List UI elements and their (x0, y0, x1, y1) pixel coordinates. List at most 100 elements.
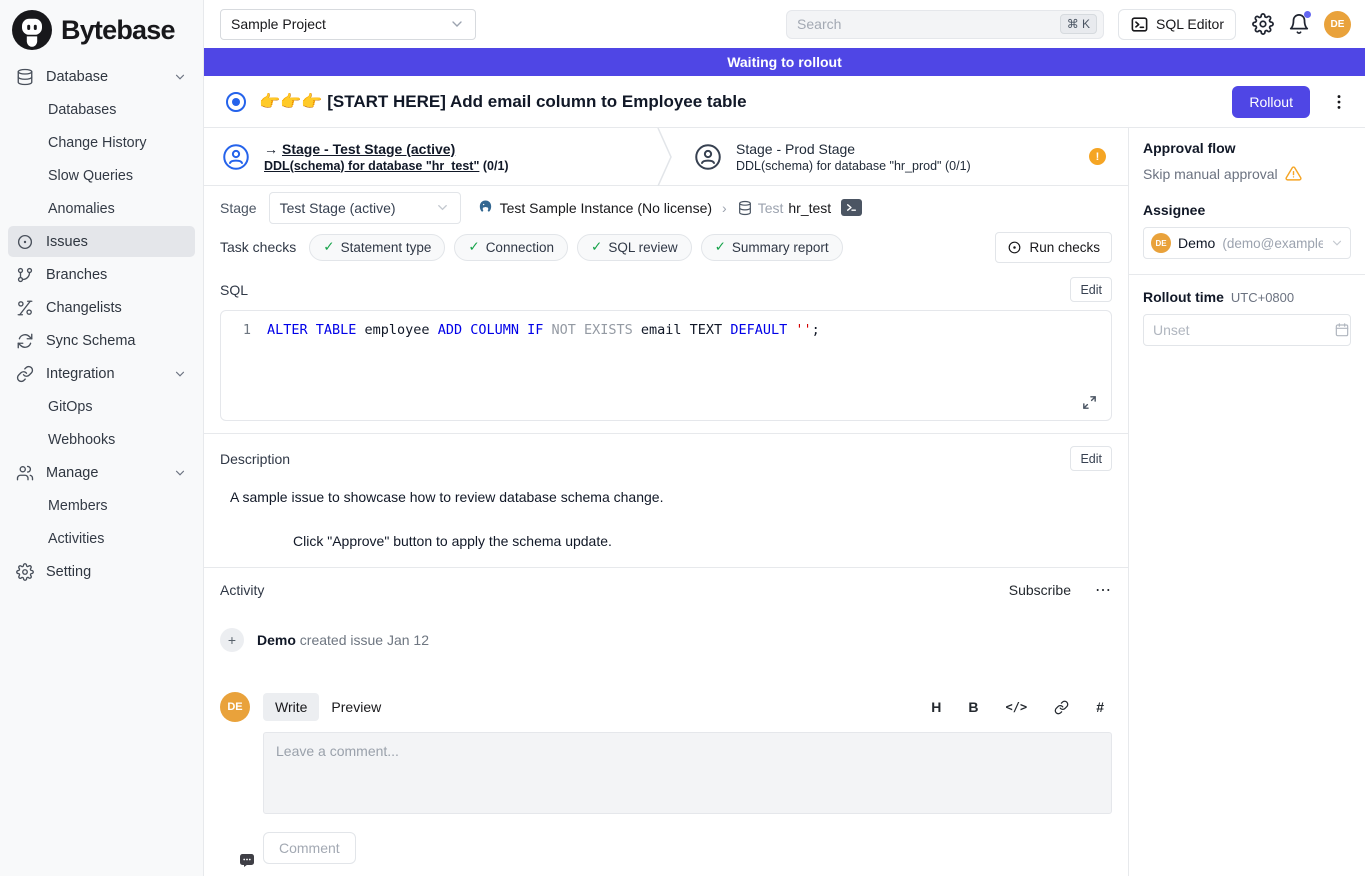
assignee-select[interactable]: DE Demo (demo@example (1143, 227, 1351, 259)
chevron-down-icon (173, 466, 187, 480)
composer-body: Write Preview H B </> # (263, 692, 1112, 864)
sql-code: ALTER TABLE employee ADD COLUMN IF NOT E… (267, 322, 820, 338)
code-format-icon[interactable]: </> (1006, 700, 1028, 714)
chat-bubble-icon (240, 854, 254, 867)
stage-task-count: (0/1) (483, 159, 509, 173)
app-window: Bytebase Database Databases Change Histo… (0, 0, 1365, 876)
chevron-down-icon (173, 70, 187, 84)
stage-select[interactable]: Test Stage (active) (269, 192, 461, 224)
check-icon: ✓ (591, 239, 602, 255)
settings-gear-button[interactable] (1252, 13, 1274, 35)
search-box[interactable]: ⌘ K (786, 10, 1104, 39)
sql-section-header: SQL Edit (204, 277, 1128, 302)
sidebar-item-anomalies[interactable]: Anomalies (8, 193, 195, 224)
more-options-icon[interactable]: ⋯ (1095, 580, 1112, 600)
check-sql-review[interactable]: ✓ SQL review (577, 234, 692, 261)
assignee-email: (demo@example (1222, 236, 1323, 251)
project-select[interactable]: Sample Project (220, 9, 476, 40)
sql-label: SQL (220, 282, 248, 298)
sidebar-item-members[interactable]: Members (8, 490, 195, 521)
database-name: hr_test (788, 200, 831, 216)
stage-name: Stage - Test Stage (active) (282, 141, 455, 157)
chevron-down-icon (449, 16, 465, 32)
postgres-icon (477, 199, 494, 216)
rollout-time-picker[interactable] (1143, 314, 1351, 346)
subscribe-button[interactable]: Subscribe (1009, 582, 1071, 598)
stage-card-test[interactable]: →Stage - Test Stage (active) DDL(schema)… (204, 128, 656, 185)
comment-composer: DE Write Preview H B (220, 692, 1112, 864)
sidebar-item-activities[interactable]: Activities (8, 523, 195, 554)
instance-name: Test Sample Instance (No license) (500, 200, 712, 216)
database-link[interactable]: Test hr_test (737, 200, 832, 216)
comment-submit-button[interactable]: Comment (263, 832, 356, 864)
stage-task: DDL(schema) for database "hr_prod" (736, 159, 942, 173)
line-number: 1 (221, 322, 267, 338)
run-checks-button[interactable]: Run checks (995, 232, 1112, 263)
sidebar-item-integration[interactable]: Integration (8, 358, 195, 389)
stage-card-prod[interactable]: Stage - Prod Stage DDL(schema) for datab… (676, 128, 1128, 185)
tab-preview[interactable]: Preview (319, 693, 393, 721)
search-input[interactable] (797, 16, 1060, 32)
stage-task: DDL(schema) for database "hr_test" (264, 159, 479, 173)
sidebar-item-gitops[interactable]: GitOps (8, 391, 195, 422)
check-statement-type[interactable]: ✓ Statement type (309, 234, 445, 261)
assignee-avatar: DE (1151, 233, 1171, 253)
sidebar-item-change-history[interactable]: Change History (8, 127, 195, 158)
sql-editor-button[interactable]: SQL Editor (1118, 9, 1236, 40)
chevron-down-icon (1330, 236, 1344, 250)
stage-selector-row: Stage Test Stage (active) Test Sample In… (204, 186, 1128, 229)
kebab-menu-icon[interactable] (1329, 92, 1349, 112)
sidebar-item-issues[interactable]: Issues (8, 226, 195, 257)
rollout-time-label: Rollout time (1143, 289, 1224, 305)
instance-link[interactable]: Test Sample Instance (No license) (477, 199, 712, 216)
rollout-button[interactable]: Rollout (1232, 86, 1310, 118)
heading-format-icon[interactable]: H (931, 699, 941, 715)
sql-edit-button[interactable]: Edit (1070, 277, 1112, 302)
topbar: Sample Project ⌘ K SQL Editor DE (204, 0, 1365, 48)
description-header: Description Edit (220, 446, 1112, 471)
assignee-label: Assignee (1143, 202, 1351, 218)
sidebar-item-setting[interactable]: Setting (8, 556, 195, 587)
sidebar-item-sync-schema[interactable]: Sync Schema (8, 325, 195, 356)
chevron-down-icon (173, 367, 187, 381)
sidebar-item-webhooks[interactable]: Webhooks (8, 424, 195, 455)
check-connection[interactable]: ✓ Connection (454, 234, 568, 261)
expand-fullscreen-icon[interactable] (1081, 394, 1098, 411)
sidebar-item-branches[interactable]: Branches (8, 259, 195, 290)
users-icon (16, 464, 34, 482)
check-summary-report[interactable]: ✓ Summary report (701, 234, 843, 261)
calendar-icon (1334, 322, 1350, 338)
main-area: Sample Project ⌘ K SQL Editor DE (204, 0, 1365, 876)
sidebar-item-manage[interactable]: Manage (8, 457, 195, 488)
environment-name: Test (758, 200, 784, 216)
sidebar-item-changelists[interactable]: Changelists (8, 292, 195, 323)
person-circle-icon-gray (693, 142, 723, 172)
sidebar-nav: Database Databases Change History Slow Q… (0, 58, 203, 590)
composer-avatar-wrap: DE (220, 692, 250, 864)
warning-triangle-icon (1285, 165, 1302, 182)
sync-refresh-icon (16, 332, 34, 350)
link-format-icon[interactable] (1054, 700, 1069, 715)
hash-format-icon[interactable]: # (1096, 699, 1104, 715)
project-select-value: Sample Project (231, 16, 326, 32)
comment-input[interactable] (263, 732, 1112, 814)
search-shortcut-badge: ⌘ K (1060, 14, 1097, 34)
bytebase-logo[interactable]: Bytebase (0, 0, 203, 58)
sidebar-item-databases[interactable]: Databases (8, 94, 195, 125)
bold-format-icon[interactable]: B (968, 699, 978, 715)
sidebar-item-database[interactable]: Database (8, 61, 195, 92)
check-icon: ✓ (468, 239, 479, 255)
integration-link-icon (16, 365, 34, 383)
run-checks-icon (1007, 240, 1022, 255)
sidebar-item-slow-queries[interactable]: Slow Queries (8, 160, 195, 191)
description-edit-button[interactable]: Edit (1070, 446, 1112, 471)
rollout-time-input[interactable] (1153, 322, 1334, 338)
user-avatar[interactable]: DE (1324, 11, 1351, 38)
open-in-sql-editor-icon[interactable] (841, 199, 862, 216)
git-branch-icon (16, 266, 34, 284)
brand-name: Bytebase (61, 15, 175, 46)
approval-flow-value-row: Skip manual approval (1143, 165, 1351, 182)
tab-write[interactable]: Write (263, 693, 319, 721)
notifications-bell-button[interactable] (1288, 13, 1310, 35)
sql-editor-readonly: 1 ALTER TABLE employee ADD COLUMN IF NOT… (220, 310, 1112, 421)
